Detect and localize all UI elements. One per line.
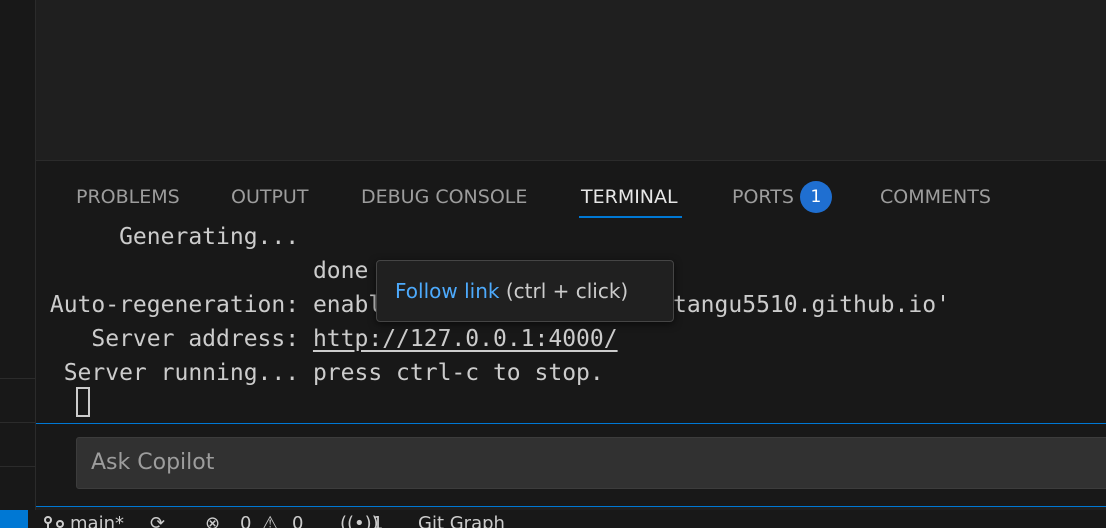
- editor-area: [36, 0, 1106, 161]
- tab-label: PROBLEMS: [76, 186, 180, 208]
- server-address-link[interactable]: http://127.0.0.1:4000/: [313, 326, 618, 352]
- tab-label: OUTPUT: [231, 186, 309, 208]
- divider: [0, 466, 36, 467]
- error-count[interactable]: 0: [240, 510, 251, 528]
- tab-debug-console[interactable]: DEBUG CONSOLE: [361, 181, 527, 219]
- tab-problems[interactable]: PROBLEMS: [76, 181, 180, 219]
- error-icon[interactable]: ⊗: [205, 510, 220, 528]
- tab-label: DEBUG CONSOLE: [361, 186, 528, 208]
- warning-count[interactable]: 0: [292, 510, 303, 528]
- tab-label: COMMENTS: [880, 186, 991, 208]
- terminal-line: Generating...: [36, 224, 300, 250]
- terminal-output[interactable]: Generating... done in 0.350 seconds. Aut…: [36, 221, 1106, 423]
- terminal-label: Server address:: [36, 326, 313, 352]
- vscode-window: PROBLEMS OUTPUT DEBUG CONSOLE TERMINAL P…: [0, 0, 1106, 528]
- tab-ports[interactable]: PORTS 1: [732, 181, 832, 219]
- terminal-line: Server running... press ctrl-c to stop.: [36, 360, 604, 386]
- tooltip-hint: (ctrl + click): [499, 279, 629, 303]
- link-hover-tooltip: Follow link (ctrl + click): [376, 260, 674, 322]
- follow-link[interactable]: Follow link: [395, 279, 499, 303]
- sync-icon[interactable]: ⟳: [150, 510, 165, 528]
- copilot-chat-bar: Ask Copilot: [36, 423, 1106, 507]
- git-graph-button[interactable]: Git Graph: [418, 510, 505, 528]
- status-bar: main* ⟳ ⊗ 0 ⚠ 0 ((•)) 1 Git Graph: [0, 510, 1106, 528]
- ports-count[interactable]: 1: [372, 510, 383, 528]
- ports-count-badge: 1: [799, 181, 832, 213]
- tab-comments[interactable]: COMMENTS: [880, 181, 991, 219]
- panel-tabs: PROBLEMS OUTPUT DEBUG CONSOLE TERMINAL P…: [36, 181, 1106, 221]
- terminal-cursor: [76, 387, 90, 417]
- ask-copilot-input[interactable]: Ask Copilot: [76, 437, 1106, 489]
- warning-icon[interactable]: ⚠: [262, 510, 278, 528]
- divider: [0, 422, 36, 423]
- tab-label: PORTS: [732, 186, 794, 208]
- terminal-line: Server address: http://127.0.0.1:4000/: [36, 322, 618, 356]
- tab-output[interactable]: OUTPUT: [231, 181, 308, 219]
- activity-bar: [0, 0, 36, 510]
- remote-indicator[interactable]: [0, 510, 28, 528]
- active-tab-indicator: [579, 216, 682, 218]
- divider: [0, 378, 36, 379]
- branch-name[interactable]: main*: [70, 510, 124, 528]
- tab-terminal[interactable]: TERMINAL: [579, 181, 682, 219]
- source-control-icon[interactable]: [42, 510, 66, 528]
- terminal-label: Auto-regeneration:: [36, 292, 313, 318]
- tab-label: TERMINAL: [581, 186, 678, 208]
